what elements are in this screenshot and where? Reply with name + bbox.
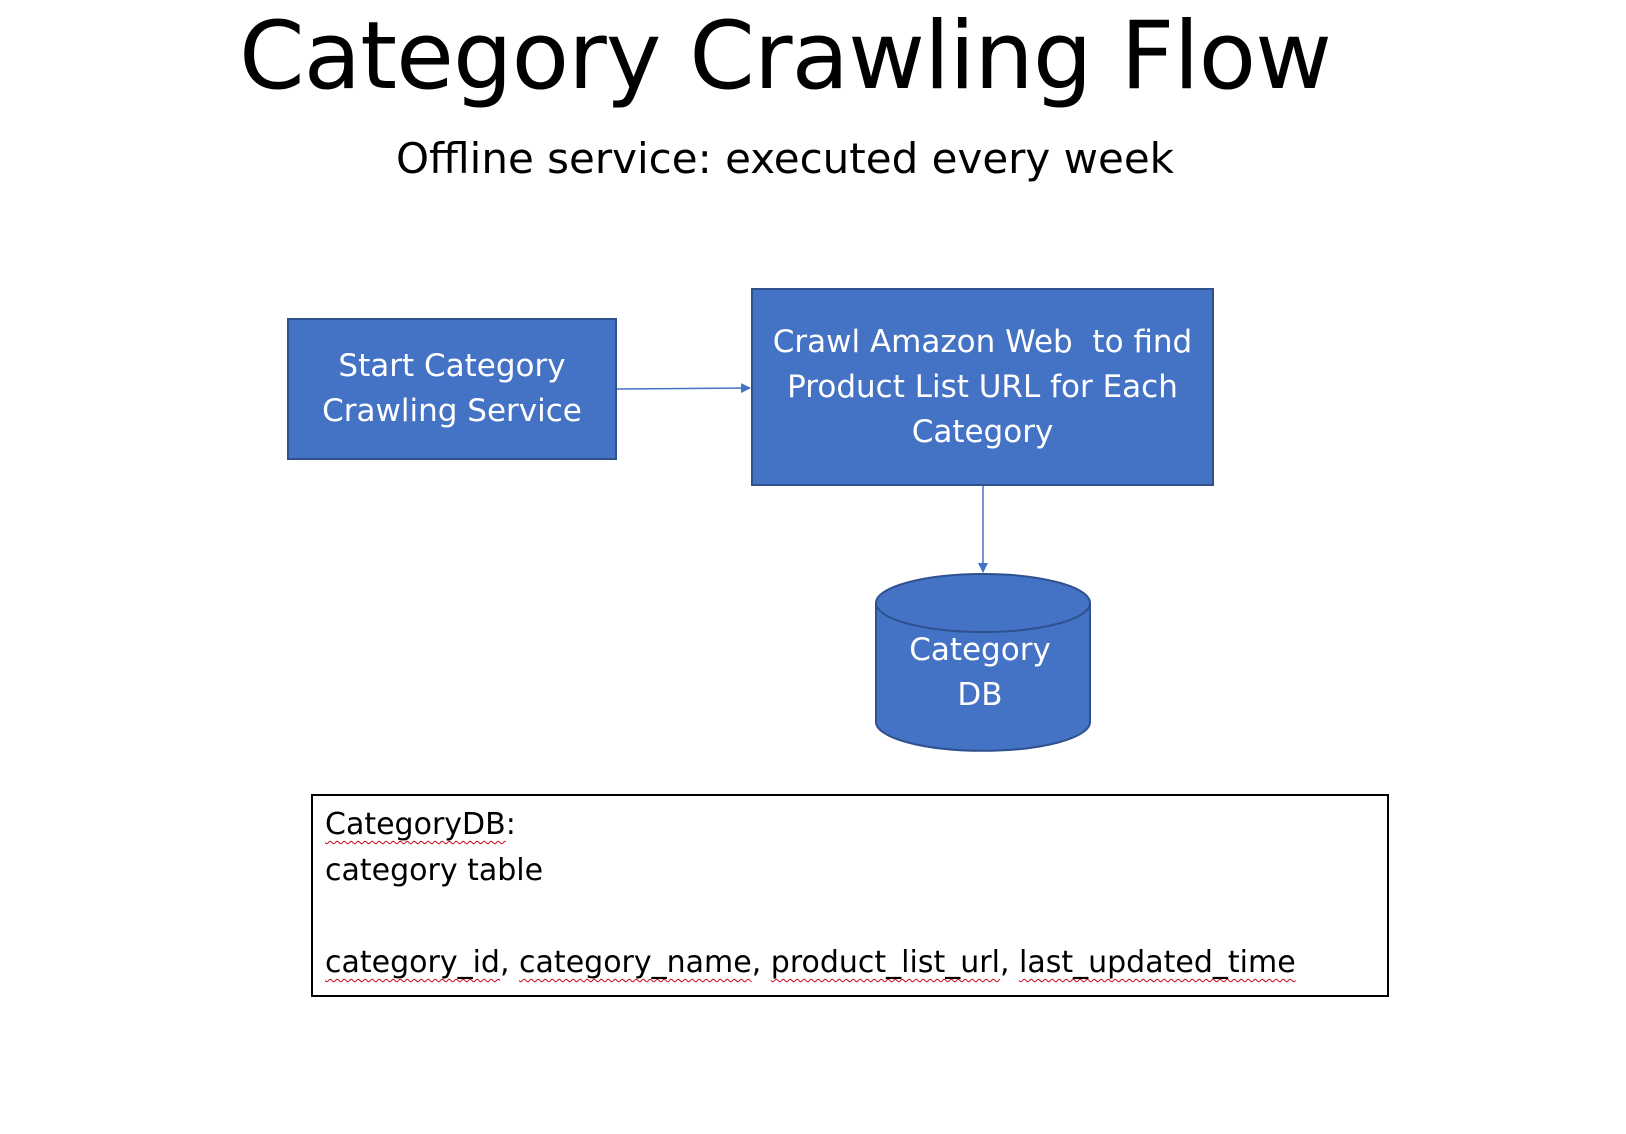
note-field-category-name: category_name: [519, 945, 752, 980]
arrow-start-to-crawl: [616, 383, 751, 394]
node-crawl-line-2: Product List URL for Each: [787, 368, 1178, 405]
node-start-line-1: Start Category: [338, 348, 566, 384]
node-db-line-2: DB: [957, 677, 1003, 713]
note-field-separator: ,: [999, 945, 1020, 980]
diagram-title: Category Crawling Flow: [239, 2, 1332, 111]
diagram-subtitle: Offline service: executed every week: [396, 134, 1174, 183]
node-db-line-1: Category: [909, 632, 1051, 668]
note-field-separator: ,: [751, 945, 771, 980]
node-crawl-line-1: Crawl Amazon Web to find: [772, 323, 1193, 360]
note-field-product-list-url: product_list_url: [770, 945, 1000, 980]
node-start-line-2: Crawling Service: [322, 393, 582, 429]
note-heading: CategoryDB:: [325, 802, 1375, 848]
note-field-category-id: category_id: [325, 945, 500, 980]
schema-note-box[interactable]: CategoryDB: category table category_id, …: [311, 794, 1389, 997]
note-field-list: category_id, category_name, product_list…: [325, 940, 1375, 986]
node-crawl-amazon-web[interactable]: Crawl Amazon Web to find Product List UR…: [751, 288, 1214, 486]
node-crawl-line-3: Category: [911, 413, 1054, 450]
note-heading-word: CategoryDB: [325, 807, 506, 842]
note-blank-line: [325, 894, 1375, 940]
node-category-db-label: Category DB: [875, 628, 1085, 718]
database-cylinder-top: [875, 573, 1091, 633]
note-field-last-updated-time: last_updated_time: [1019, 945, 1296, 980]
note-heading-suffix: :: [505, 807, 516, 842]
note-table-name: category table: [325, 853, 544, 888]
note-field-separator: ,: [499, 945, 520, 980]
node-start-crawling-service[interactable]: Start Category Crawling Service: [287, 318, 617, 460]
